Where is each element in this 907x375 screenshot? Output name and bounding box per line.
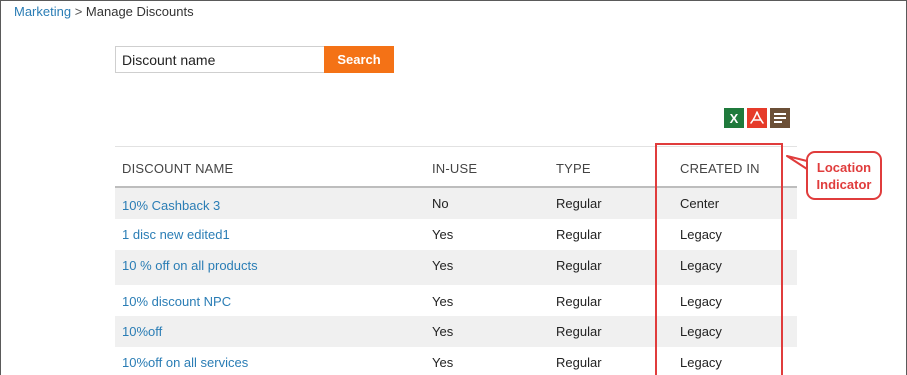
table-row: 10% discount NPC Yes Regular Legacy [115, 285, 797, 316]
callout-text-line-2: Indicator [816, 176, 872, 192]
created-in-cell: Center [680, 196, 720, 211]
discount-name-link[interactable]: 10%off on all services [122, 355, 248, 370]
created-in-cell: Legacy [680, 355, 722, 370]
type-cell: Regular [556, 294, 602, 309]
search-button[interactable]: Search [324, 46, 394, 73]
in-use-cell: Yes [432, 355, 454, 370]
type-cell: Regular [556, 324, 602, 339]
type-cell: Regular [556, 227, 602, 242]
breadcrumb-current: Manage Discounts [85, 4, 194, 19]
text-report-icon[interactable] [770, 108, 790, 128]
in-use-cell: No [432, 196, 449, 211]
column-header-discount-name[interactable]: DISCOUNT NAME [122, 161, 233, 176]
location-indicator-callout: Location Indicator [806, 151, 882, 200]
column-header-created-in[interactable]: CREATED IN [680, 161, 760, 176]
excel-icon-glyph: X [729, 110, 739, 126]
table-row: 10%off Yes Regular Legacy [115, 316, 797, 347]
breadcrumb: Marketing > Manage Discounts [14, 4, 194, 19]
breadcrumb-separator: > [74, 4, 83, 19]
text-lines-glyph [774, 113, 786, 123]
discount-name-input[interactable] [115, 46, 324, 73]
in-use-cell: Yes [432, 294, 454, 309]
discount-name-link[interactable]: 10% Cashback 3 [122, 198, 220, 213]
column-header-in-use[interactable]: IN-USE [432, 161, 477, 176]
discount-name-link[interactable]: 1 disc new edited1 [122, 227, 230, 242]
created-in-cell: Legacy [680, 258, 722, 273]
search-bar: Search [115, 46, 394, 73]
callout-text-line-1: Location [816, 159, 872, 175]
breadcrumb-marketing-link[interactable]: Marketing [14, 4, 71, 19]
created-in-cell: Legacy [680, 227, 722, 242]
in-use-cell: Yes [432, 258, 454, 273]
pdf-icon[interactable] [747, 108, 767, 128]
in-use-cell: Yes [432, 324, 454, 339]
table-row: 10%off on all services Yes Regular Legac… [115, 347, 797, 375]
discount-name-link[interactable]: 10% discount NPC [122, 294, 231, 309]
discount-name-link[interactable]: 10%off [122, 324, 162, 339]
column-header-type[interactable]: TYPE [556, 161, 591, 176]
excel-icon[interactable]: X [724, 108, 744, 128]
type-cell: Regular [556, 258, 602, 273]
type-cell: Regular [556, 355, 602, 370]
discount-name-link[interactable]: 10 % off on all products [122, 258, 258, 273]
export-toolbar: X [724, 108, 790, 128]
discounts-table: DISCOUNT NAME IN-USE TYPE CREATED IN 10%… [115, 146, 797, 375]
table-header: DISCOUNT NAME IN-USE TYPE CREATED IN [115, 146, 797, 188]
table-row: 10% Cashback 3 No Regular Center [115, 188, 797, 219]
table-row: 1 disc new edited1 Yes Regular Legacy [115, 219, 797, 250]
pdf-glyph [750, 111, 764, 124]
created-in-cell: Legacy [680, 294, 722, 309]
in-use-cell: Yes [432, 227, 454, 242]
table-row: 10 % off on all products Yes Regular Leg… [115, 250, 797, 285]
created-in-cell: Legacy [680, 324, 722, 339]
type-cell: Regular [556, 196, 602, 211]
